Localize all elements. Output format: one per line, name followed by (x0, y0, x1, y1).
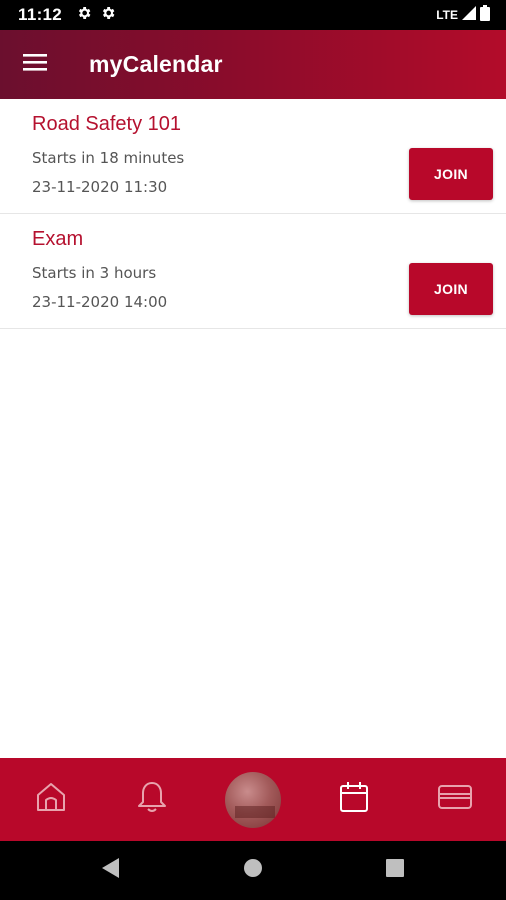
status-notification-icons (76, 5, 116, 26)
event-title: Exam (32, 228, 84, 250)
settings-gear-icon (100, 5, 116, 26)
status-bar: 11:12 LTE (0, 0, 506, 30)
system-navigation-bar (0, 841, 506, 900)
recents-square-icon (386, 859, 404, 882)
bottom-navigation (0, 758, 506, 841)
event-datetime: 23-11-2020 11:30 (32, 178, 168, 196)
nav-home[interactable] (21, 770, 81, 830)
home-icon (34, 780, 68, 819)
network-type: LTE (436, 8, 458, 22)
home-circle-icon (243, 858, 263, 883)
hamburger-menu-icon (23, 52, 47, 77)
avatar (224, 771, 281, 828)
menu-button[interactable] (0, 30, 70, 99)
system-back-button[interactable] (99, 857, 123, 884)
signal-icon (462, 5, 476, 25)
nav-profile[interactable] (223, 770, 283, 830)
nav-card[interactable] (425, 770, 485, 830)
back-triangle-icon (101, 857, 121, 884)
calendar-icon (338, 780, 370, 819)
event-item[interactable]: Road Safety 101 Starts in 18 minutes 23-… (0, 99, 506, 214)
card-icon (437, 783, 473, 816)
page-title: myCalendar (89, 51, 223, 77)
join-button[interactable]: JOIN (409, 263, 493, 315)
bell-icon (136, 780, 168, 819)
event-datetime: 23-11-2020 14:00 (32, 293, 168, 311)
event-countdown: Starts in 18 minutes (32, 149, 185, 167)
battery-icon (480, 4, 490, 26)
settings-gear-icon (76, 5, 92, 26)
nav-calendar[interactable] (324, 770, 384, 830)
event-countdown: Starts in 3 hours (32, 264, 157, 282)
event-title: Road Safety 101 (32, 113, 181, 135)
status-time: 11:12 (18, 5, 63, 24)
event-item[interactable]: Exam Starts in 3 hours 23-11-2020 14:00 … (0, 214, 506, 329)
system-recents-button[interactable] (383, 859, 407, 883)
app-bar: myCalendar (0, 30, 506, 99)
system-home-button[interactable] (241, 859, 265, 883)
event-list: Road Safety 101 Starts in 18 minutes 23-… (0, 99, 506, 329)
join-button[interactable]: JOIN (409, 148, 493, 200)
nav-notifications[interactable] (122, 770, 182, 830)
status-indicators: LTE (436, 4, 490, 26)
